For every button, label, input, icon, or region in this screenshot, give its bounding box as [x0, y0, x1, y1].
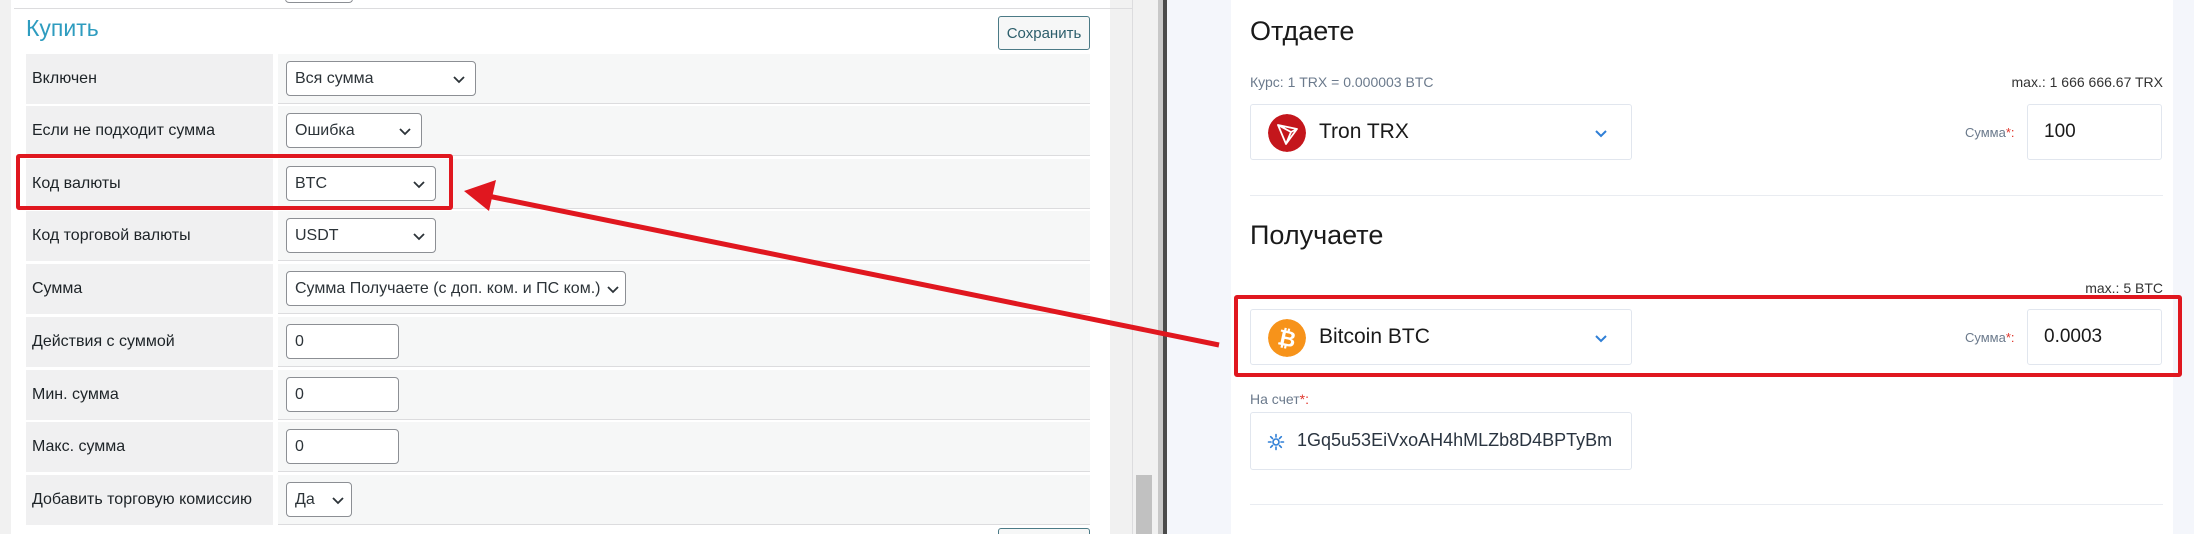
give-currency-select[interactable]: Tron TRX — [1250, 104, 1632, 160]
bitcoin-logo-icon: ₿ — [1268, 319, 1306, 357]
field-label: Код валюты — [26, 159, 273, 209]
field-row-trade-currency: Код торговой валюты USDT — [26, 211, 1090, 261]
amount-select[interactable]: Сумма Получаете (с доп. ком. и ПС ком.) — [286, 271, 626, 306]
get-max: max.: 5 BTC — [2085, 280, 2163, 296]
get-currency-select[interactable]: ₿ Bitcoin BTC — [1250, 309, 1632, 365]
field-label: Макс. сумма — [26, 422, 273, 472]
give-title: Отдаете — [1250, 16, 1355, 46]
chevron-down-icon — [1595, 335, 1607, 343]
exchange-rate: Курс: 1 TRX = 0.000003 BTC — [1250, 74, 1434, 90]
get-title: Получаете — [1250, 220, 1384, 250]
get-amount-input[interactable]: 0.0003 — [2027, 309, 2162, 365]
account-label: На счет*: — [1250, 391, 1309, 407]
amount-actions-input[interactable]: 0 — [286, 324, 399, 359]
account-value: 1Gq5u53EiVxoAH4hMLZb8D4BPTyBm — [1297, 430, 1613, 450]
min-amount-input[interactable]: 0 — [286, 377, 399, 412]
give-currency-name: Tron TRX — [1319, 120, 1409, 143]
field-row-trade-commission: Добавить торговую комиссию Да — [26, 475, 1090, 525]
trade-currency-select[interactable]: USDT — [286, 218, 436, 253]
section-separator — [1250, 195, 2163, 196]
chevron-down-icon — [413, 233, 425, 241]
field-row-amount-actions: Действия с суммой 0 — [26, 317, 1090, 367]
get-currency-name: Bitcoin BTC — [1319, 325, 1430, 348]
scrollbar-thumb[interactable] — [1136, 475, 1152, 534]
field-row-max-amount: Макс. сумма 0 — [26, 422, 1090, 472]
give-amount-label: Сумма*: — [1965, 125, 2015, 140]
field-row-amount: Сумма Сумма Получаете (с доп. ком. и ПС … — [26, 264, 1090, 314]
field-row-mismatch: Если не подходит сумма Ошибка — [26, 106, 1090, 156]
field-label: Действия с суммой — [26, 317, 273, 367]
previous-field-stub[interactable] — [285, 0, 353, 3]
field-label: Включен — [26, 54, 273, 104]
admin-panel: Купить Сохранить Включен Вся сумма Если … — [0, 0, 1163, 534]
chevron-down-icon — [607, 286, 619, 294]
chevron-down-icon — [1595, 130, 1607, 138]
save-button[interactable]: Сохранить — [998, 16, 1090, 50]
trade-commission-select[interactable]: Да — [286, 482, 352, 517]
field-row-min-amount: Мин. сумма 0 — [26, 370, 1090, 420]
field-label: Сумма — [26, 264, 273, 314]
field-row-currency-code: Код валюты BTC — [26, 159, 1090, 209]
field-label: Если не подходит сумма — [26, 106, 273, 156]
give-max: max.: 1 666 666.67 TRX — [2011, 74, 2164, 90]
chevron-down-icon — [413, 181, 425, 189]
chevron-down-icon — [332, 497, 344, 505]
gear-icon — [1267, 433, 1285, 451]
currency-code-select[interactable]: BTC — [286, 166, 436, 201]
section-title: Купить — [26, 15, 99, 41]
enabled-select[interactable]: Вся сумма — [286, 61, 476, 96]
mismatch-select[interactable]: Ошибка — [286, 113, 422, 148]
account-input[interactable]: 1Gq5u53EiVxoAH4hMLZb8D4BPTyBm — [1250, 412, 1632, 470]
max-amount-input[interactable]: 0 — [286, 429, 399, 464]
tron-logo-icon — [1268, 114, 1306, 152]
field-row-enabled: Включен Вся сумма — [26, 54, 1090, 104]
field-label: Код торговой валюты — [26, 211, 273, 261]
field-label: Мин. сумма — [26, 370, 273, 420]
chevron-down-icon — [453, 76, 465, 84]
give-amount-input[interactable]: 100 — [2027, 104, 2162, 160]
section-separator — [1250, 504, 2163, 505]
section-divider — [14, 8, 1155, 9]
chevron-down-icon — [399, 128, 411, 136]
field-label: Добавить торговую комиссию — [26, 475, 273, 525]
bottom-save-button[interactable] — [998, 528, 1090, 534]
scrollbar[interactable] — [1132, 0, 1155, 534]
get-amount-label: Сумма*: — [1965, 330, 2015, 345]
